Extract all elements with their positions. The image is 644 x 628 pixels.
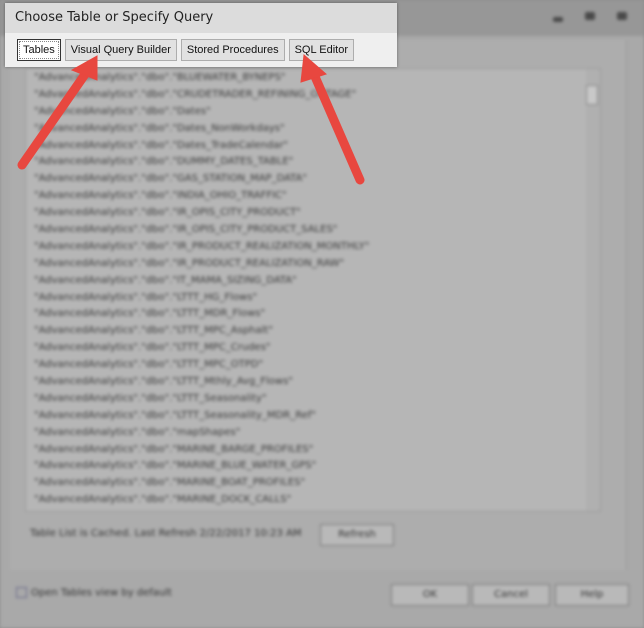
tab-visual-query-builder[interactable]: Visual Query Builder	[64, 39, 177, 61]
cache-status-text: Table List is Cached. Last Refresh 2/22/…	[30, 528, 302, 539]
table-list-item[interactable]: "AdvancedAnalytics"."dbo"."LTTT_Seasonal…	[26, 407, 600, 424]
table-list-item[interactable]: "AdvancedAnalytics"."dbo"."IR_OPIS_CITY_…	[26, 221, 600, 238]
table-list-item[interactable]: "AdvancedAnalytics"."dbo"."Dates"	[26, 103, 600, 120]
dialog-background: "AdvancedAnalytics"."dbo"."BLUEWATER_BYN…	[0, 0, 644, 628]
table-list-item[interactable]: "AdvancedAnalytics"."dbo"."INDIA_OHIO_TR…	[26, 187, 600, 204]
table-list[interactable]: "AdvancedAnalytics"."dbo"."BLUEWATER_BYN…	[25, 68, 601, 512]
tab-stored-procedures[interactable]: Stored Procedures	[180, 39, 285, 61]
table-list-item[interactable]: "AdvancedAnalytics"."dbo"."Dates_TradeCa…	[26, 137, 600, 154]
table-list-item[interactable]: "AdvancedAnalytics"."dbo"."LTTT_MDR_Flow…	[26, 305, 600, 322]
help-button[interactable]: Help	[555, 584, 629, 606]
tab-bar: Tables Visual Query Builder Stored Proce…	[17, 39, 354, 61]
table-list-item[interactable]: "AdvancedAnalytics"."dbo"."IR_PRODUCT_RE…	[26, 255, 600, 272]
table-list-item[interactable]: "AdvancedAnalytics"."dbo"."LTTT_MPC_Crud…	[26, 339, 600, 356]
table-list-item[interactable]: "AdvancedAnalytics"."dbo"."LTTT_MPC_OTPD…	[26, 356, 600, 373]
table-list-item[interactable]: "AdvancedAnalytics"."dbo"."MARINE_DOCK_C…	[26, 491, 600, 508]
minimize-icon[interactable]	[553, 17, 563, 22]
table-list-item[interactable]: "AdvancedAnalytics"."dbo"."MARINE_BLUE_W…	[26, 457, 600, 474]
refresh-button[interactable]: Refresh	[320, 524, 394, 546]
table-list-item[interactable]: "AdvancedAnalytics"."dbo"."LTTT_MPC_Asph…	[26, 322, 600, 339]
open-tables-label: Open Tables view by default	[31, 587, 172, 599]
scroll-thumb[interactable]	[586, 85, 598, 105]
table-list-item[interactable]: "AdvancedAnalytics"."dbo"."LTTT_Mthly_Av…	[26, 373, 600, 390]
ok-button[interactable]: OK	[391, 584, 469, 606]
table-list-item[interactable]: "AdvancedAnalytics"."dbo"."MARINE_BOAT_P…	[26, 474, 600, 491]
tab-tables[interactable]: Tables	[17, 39, 61, 61]
table-list-item[interactable]: "AdvancedAnalytics"."dbo"."CRUDETRADER_R…	[26, 86, 600, 103]
table-list-item[interactable]: "AdvancedAnalytics"."dbo"."MARINE_BARGE_…	[26, 441, 600, 458]
checkbox-icon[interactable]	[16, 587, 27, 598]
table-list-item[interactable]: "AdvancedAnalytics"."dbo"."DUMMY_DATES_T…	[26, 153, 600, 170]
close-icon[interactable]	[617, 12, 627, 20]
vertical-scrollbar[interactable]	[586, 69, 600, 511]
table-list-item[interactable]: "AdvancedAnalytics"."dbo"."mapShapes"	[26, 424, 600, 441]
open-tables-checkbox[interactable]: Open Tables view by default	[16, 587, 172, 599]
cancel-button[interactable]: Cancel	[472, 584, 550, 606]
highlighted-header: Choose Table or Specify Query Tables Vis…	[5, 3, 397, 67]
table-list-item[interactable]: "AdvancedAnalytics"."dbo"."Dates_NonWork…	[26, 120, 600, 137]
table-list-item[interactable]: "AdvancedAnalytics"."dbo"."GAS_STATION_M…	[26, 170, 600, 187]
table-list-item[interactable]: "AdvancedAnalytics"."dbo"."IT_MAMA_SIZIN…	[26, 272, 600, 289]
table-list-item[interactable]: "AdvancedAnalytics"."dbo"."IR_PRODUCT_RE…	[26, 238, 600, 255]
table-list-item[interactable]: "AdvancedAnalytics"."dbo"."LTTT_HG_Flows…	[26, 289, 600, 306]
dialog-title: Choose Table or Specify Query	[5, 3, 397, 33]
maximize-icon[interactable]	[585, 12, 595, 20]
table-list-item[interactable]: "AdvancedAnalytics"."dbo"."LTTT_Seasonal…	[26, 390, 600, 407]
table-list-item[interactable]: "AdvancedAnalytics"."dbo"."BLUEWATER_BYN…	[26, 69, 600, 86]
tab-sql-editor[interactable]: SQL Editor	[288, 39, 354, 61]
table-list-item[interactable]: "AdvancedAnalytics"."dbo"."IR_OPIS_CITY_…	[26, 204, 600, 221]
